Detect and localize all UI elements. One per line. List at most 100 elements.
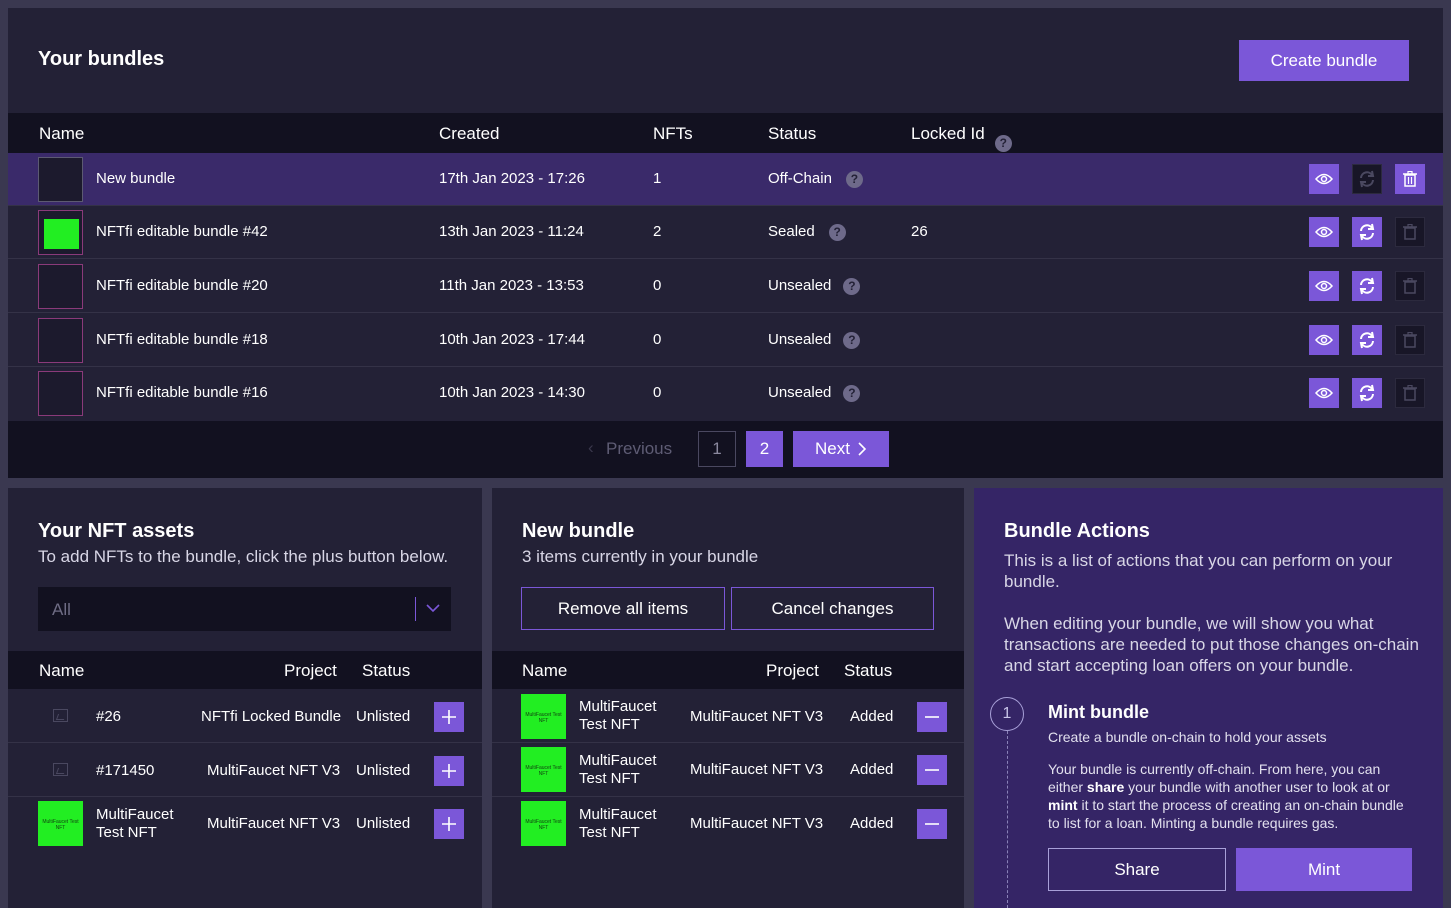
bundles-panel: Your bundles Create bundle Name Created …	[8, 8, 1443, 478]
delete-button[interactable]	[1395, 325, 1425, 355]
row-actions	[1309, 325, 1425, 355]
refresh-button[interactable]	[1352, 378, 1382, 408]
add-asset-button[interactable]	[434, 702, 464, 732]
delete-button[interactable]	[1395, 164, 1425, 194]
refresh-button[interactable]	[1352, 164, 1382, 194]
image-placeholder-icon	[53, 763, 68, 776]
desc-share: share	[1086, 779, 1125, 795]
asset-status: Unlisted	[356, 815, 411, 832]
view-button[interactable]	[1309, 378, 1339, 408]
eye-icon	[1315, 334, 1333, 346]
bundle-thumbnail	[38, 318, 83, 363]
asset-project: MultiFaucet NFT V3	[207, 762, 341, 779]
item-status: Added	[850, 761, 894, 778]
eye-icon	[1315, 280, 1333, 292]
page-2-button[interactable]: 2	[746, 431, 783, 467]
page-1-button[interactable]: 1	[698, 431, 736, 467]
desc-mint: mint	[1048, 797, 1078, 813]
share-button[interactable]: Share	[1048, 848, 1226, 891]
refresh-icon	[1359, 331, 1375, 349]
trash-icon	[1403, 224, 1417, 240]
refresh-button[interactable]	[1352, 271, 1382, 301]
trash-icon	[1403, 332, 1417, 348]
row-actions	[1309, 271, 1425, 301]
col-project: Project	[284, 661, 337, 680]
table-row[interactable]: New bundle 17th Jan 2023 - 17:26 1 Off-C…	[8, 153, 1443, 206]
item-status: Added	[850, 815, 894, 832]
question-icon[interactable]: ?	[843, 277, 861, 295]
view-button[interactable]	[1309, 325, 1339, 355]
status-text: Unsealed	[768, 384, 832, 401]
question-icon[interactable]: ?	[843, 384, 861, 402]
nft-thumbnail-text: MultiFaucet Test NFT	[525, 765, 562, 777]
delete-button[interactable]	[1395, 271, 1425, 301]
table-row[interactable]: NFTfi editable bundle #42 13th Jan 2023 …	[8, 206, 1443, 259]
bundle-created: 17th Jan 2023 - 17:26	[439, 170, 585, 187]
view-button[interactable]	[1309, 217, 1339, 247]
table-row[interactable]: NFTfi editable bundle #16 10th Jan 2023 …	[8, 367, 1443, 420]
minus-icon	[925, 823, 939, 825]
cancel-changes-button[interactable]: Cancel changes	[731, 587, 934, 630]
assets-subtitle: To add NFTs to the bundle, click the plu…	[38, 547, 449, 566]
delete-button[interactable]	[1395, 378, 1425, 408]
table-row[interactable]: NFTfi editable bundle #20 11th Jan 2023 …	[8, 260, 1443, 313]
pagination: ‹ Previous 1 2 Next	[8, 421, 1443, 478]
question-icon[interactable]: ?	[828, 223, 846, 241]
question-icon[interactable]: ?	[845, 170, 863, 188]
list-item: MultiFaucet Test NFT MultiFaucet Test NF…	[492, 690, 964, 743]
remove-all-items-button[interactable]: Remove all items	[521, 587, 725, 630]
bundle-locked-id: 26	[911, 223, 928, 240]
plus-icon	[442, 710, 456, 724]
bundle-items-header: Name Project Status	[492, 651, 964, 689]
add-asset-button[interactable]	[434, 756, 464, 786]
asset-name-line2: Test NFT	[96, 824, 157, 841]
asset-project: MultiFaucet NFT V3	[207, 815, 341, 832]
item-status: Added	[850, 708, 894, 725]
asset-name-line1: MultiFaucet	[96, 806, 174, 823]
refresh-icon	[1359, 384, 1375, 402]
mint-step-title: Mint bundle	[1048, 702, 1149, 722]
bundle-thumbnail	[38, 371, 83, 416]
item-name-line2: Test NFT	[579, 770, 640, 787]
status-text: Unsealed	[768, 331, 832, 348]
create-bundle-button[interactable]: Create bundle	[1239, 40, 1409, 81]
item-project: MultiFaucet NFT V3	[690, 761, 824, 778]
question-icon[interactable]: ?	[843, 331, 861, 349]
collection-filter-select[interactable]: All	[38, 587, 451, 631]
question-icon[interactable]: ?	[994, 135, 1012, 152]
previous-button[interactable]: Previous	[606, 439, 672, 459]
bundle-name: NFTfi editable bundle #20	[96, 277, 268, 294]
next-label: Next	[815, 439, 850, 458]
view-button[interactable]	[1309, 271, 1339, 301]
mint-step-subtitle: Create a bundle on-chain to hold your as…	[1048, 729, 1327, 745]
remove-item-button[interactable]	[917, 755, 947, 785]
refresh-icon	[1359, 170, 1375, 188]
next-button[interactable]: Next	[793, 431, 889, 467]
desc-part-2: your bundle with another user to look at…	[1124, 779, 1390, 795]
minus-icon	[925, 716, 939, 718]
bundle-created: 10th Jan 2023 - 14:30	[439, 384, 585, 401]
eye-icon	[1315, 173, 1333, 185]
delete-button[interactable]	[1395, 217, 1425, 247]
select-divider	[415, 597, 416, 621]
item-project: MultiFaucet NFT V3	[690, 708, 824, 725]
bundle-status: Unsealed?	[768, 331, 861, 349]
remove-item-button[interactable]	[917, 702, 947, 732]
nft-image	[44, 219, 79, 249]
nft-thumbnail: MultiFaucet Test NFT	[38, 801, 83, 846]
refresh-button[interactable]	[1352, 217, 1382, 247]
mint-button[interactable]: Mint	[1236, 848, 1412, 891]
actions-intro-2: When editing your bundle, we will show y…	[1004, 614, 1419, 675]
remove-item-button[interactable]	[917, 809, 947, 839]
item-name-line2: Test NFT	[579, 824, 640, 841]
asset-project: NFTfi Locked Bundle	[201, 708, 342, 725]
bundle-nfts: 0	[653, 384, 662, 401]
table-row[interactable]: NFTfi editable bundle #18 10th Jan 2023 …	[8, 314, 1443, 367]
col-status: Status	[768, 124, 817, 143]
refresh-button[interactable]	[1352, 325, 1382, 355]
add-asset-button[interactable]	[434, 809, 464, 839]
view-button[interactable]	[1309, 164, 1339, 194]
assets-title: Your NFT assets	[38, 520, 195, 542]
bundle-name: NFTfi editable bundle #16	[96, 384, 268, 401]
bundle-status: Off-Chain?	[768, 170, 863, 188]
